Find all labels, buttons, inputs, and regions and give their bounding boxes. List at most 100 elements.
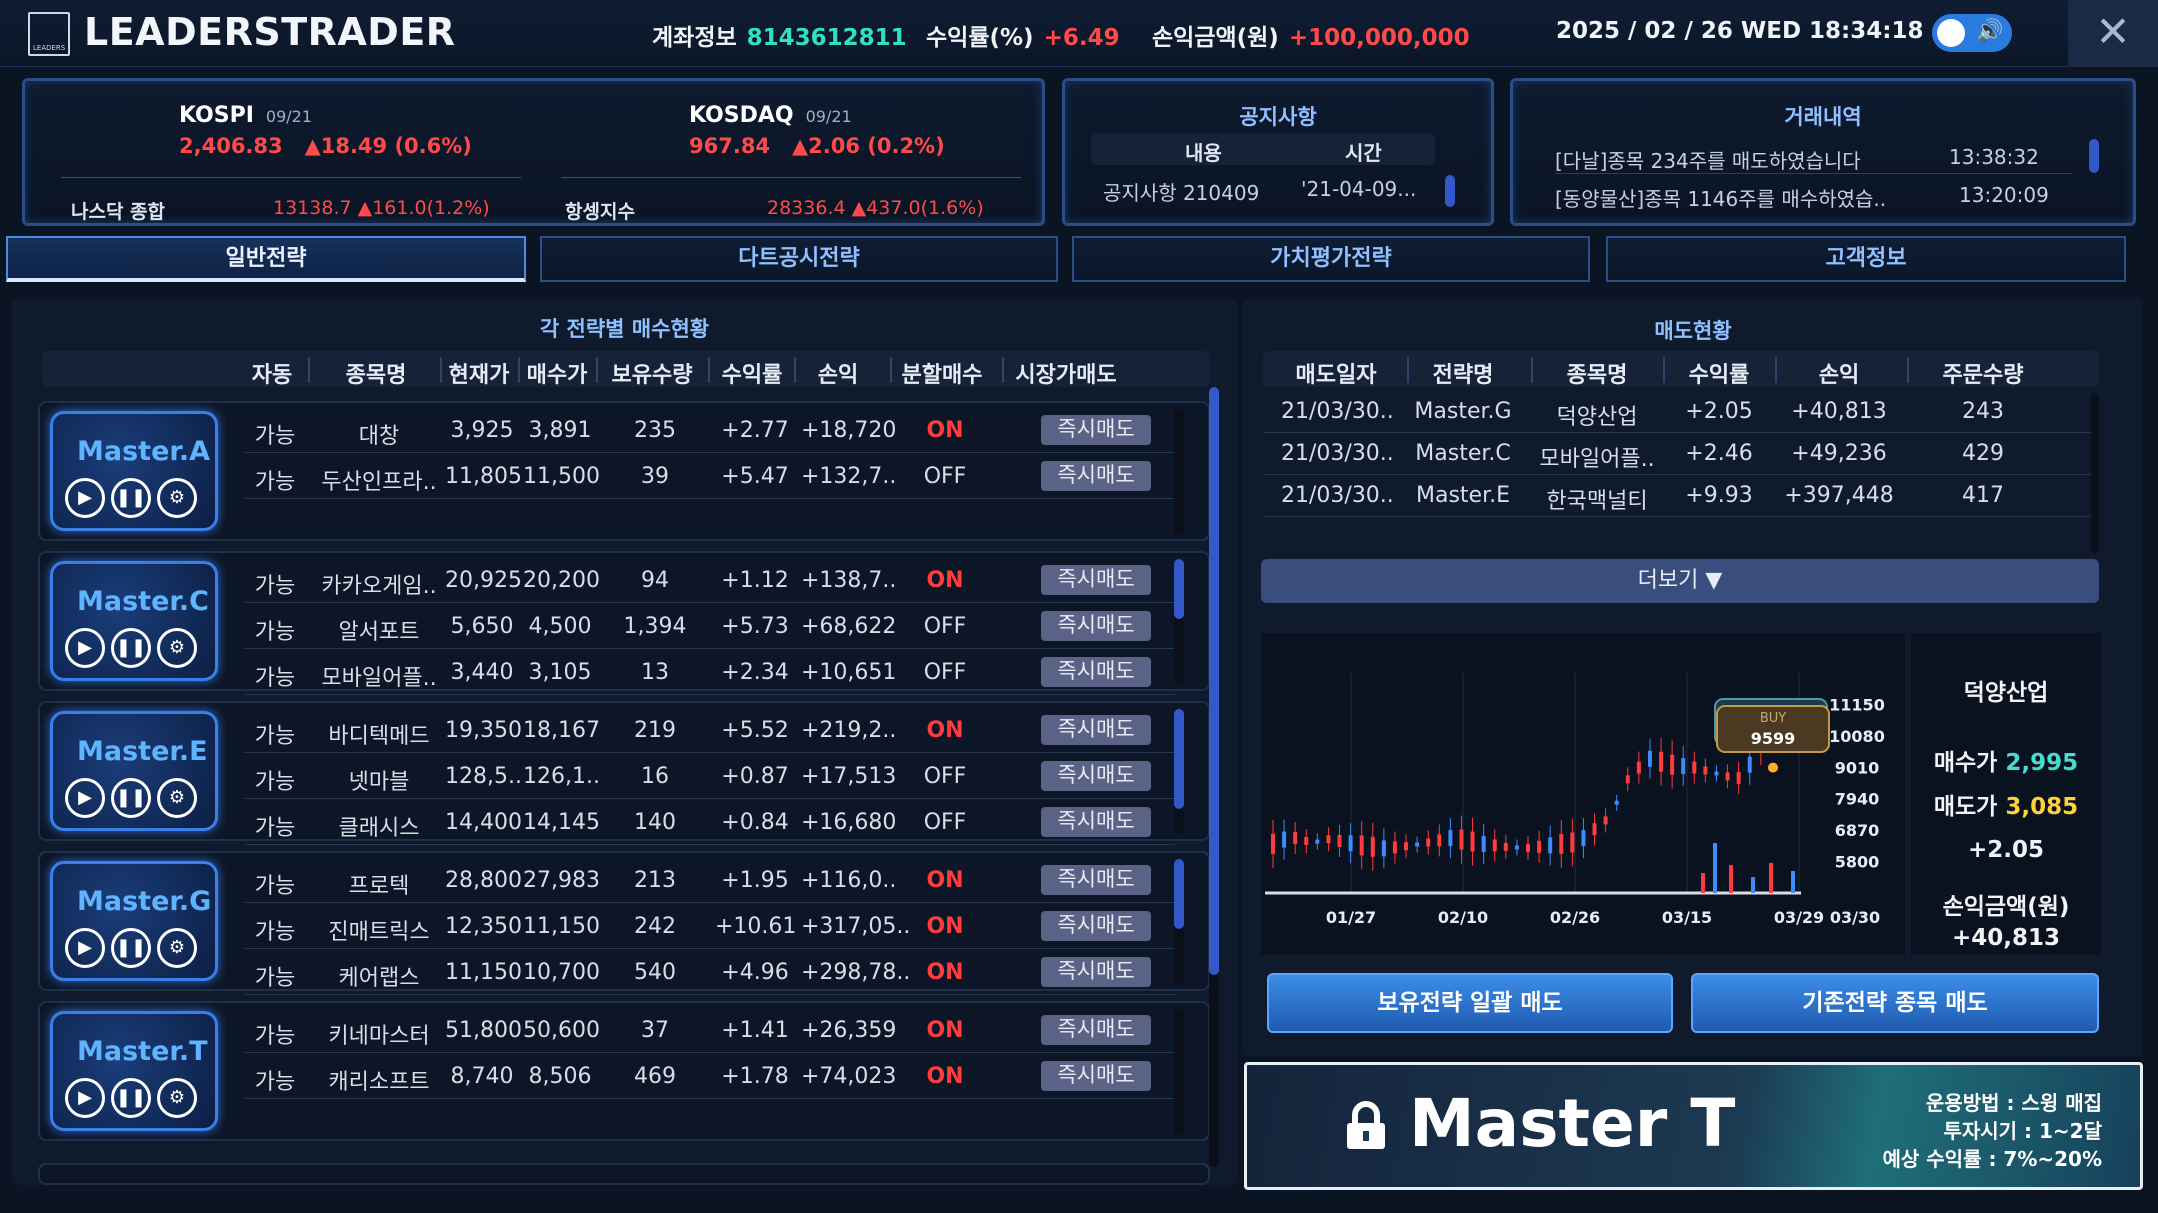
buy-marker-price: 9599	[1751, 729, 1796, 748]
buy-status-scrollbar[interactable]	[1209, 387, 1219, 1167]
notice-item[interactable]: 공지사항 210409	[1103, 177, 1259, 206]
instant-sell-button[interactable]: 즉시매도	[1041, 415, 1151, 445]
sell-status-title: 매도현황	[1654, 319, 1732, 343]
tab-general-strategy[interactable]: 일반전략	[6, 236, 526, 282]
instant-sell-button[interactable]: 즉시매도	[1041, 565, 1151, 595]
tab-valuation-strategy[interactable]: 가치평가전략	[1072, 236, 1590, 282]
candle	[1426, 838, 1431, 847]
master-card[interactable]: Master.G ▶ ❚❚ ⚙	[50, 861, 218, 981]
notice-scrollbar[interactable]	[1445, 175, 1455, 207]
play-icon[interactable]: ▶	[65, 928, 105, 968]
more-button[interactable]: 더보기 ▼	[1261, 559, 2099, 603]
table-row[interactable]: 가능 케어랩스 11,150 10,700 540 +4.96 +298,78.. ON 즉시매…	[245, 951, 1175, 995]
table-row[interactable]: 가능 모바일어플.. 3,440 3,105 13 +2.34 +10,651 OFF 즉시매도	[245, 651, 1175, 695]
pause-icon[interactable]: ❚❚	[111, 628, 151, 668]
play-icon[interactable]: ▶	[65, 1078, 105, 1118]
sell-row[interactable]: 21/03/30.. Master.E 한국맥널티 +9.93 +397,448 417	[1263, 475, 2097, 517]
instant-sell-button[interactable]: 즉시매도	[1041, 657, 1151, 687]
sell-scrollbar[interactable]	[2091, 393, 2099, 553]
candle	[1647, 750, 1652, 767]
master-card[interactable]: Master.A ▶ ❚❚ ⚙	[50, 411, 218, 531]
table-row[interactable]: 가능 넷마블 128,5.. 126,1.. 16 +0.87 +17,513 OFF 즉시매도	[245, 755, 1175, 799]
instant-sell-button[interactable]: 즉시매도	[1041, 461, 1151, 491]
stock-detail: 덕양산업 매수가 2,995 매도가 3,085 +2.05 손익금액(원) +…	[1911, 633, 2101, 955]
instant-sell-button[interactable]: 즉시매도	[1041, 911, 1151, 941]
candle	[1304, 837, 1309, 846]
history-scrollbar[interactable]	[2089, 139, 2099, 173]
table-row[interactable]: 가능 프로텍 28,800 27,983 213 +1.95 +116,0.. ON 즉시매도	[245, 859, 1175, 903]
sell-row[interactable]: 21/03/30.. Master.G 덕양산업 +2.05 +40,813 243	[1263, 391, 2097, 433]
volume-bar	[1729, 865, 1733, 893]
cell: 11,805	[445, 464, 522, 489]
cell: 한국맥널티	[1546, 489, 1648, 514]
sell-row[interactable]: 21/03/30.. Master.C 모바일어플.. +2.46 +49,236 429	[1263, 433, 2097, 475]
master-card[interactable]: Master.C ▶ ❚❚ ⚙	[50, 561, 218, 681]
group-scrollbar[interactable]	[1174, 559, 1184, 685]
gear-icon[interactable]: ⚙	[157, 778, 197, 818]
sell-all-button[interactable]: 보유전략 일괄 매도	[1267, 973, 1673, 1033]
play-icon[interactable]: ▶	[65, 628, 105, 668]
master-t-banner[interactable]: Master T 운용방법 : 스윙 매집 투자시기 : 1~2달 예상 수익률…	[1244, 1062, 2143, 1190]
speaker-icon: 🔊	[1976, 19, 2004, 44]
table-row[interactable]: 가능 클래시스 14,400 14,145 140 +0.84 +16,680 OFF 즉시매도	[245, 801, 1175, 845]
instant-sell-button[interactable]: 즉시매도	[1041, 761, 1151, 791]
play-icon[interactable]: ▶	[65, 778, 105, 818]
candle	[1747, 756, 1752, 773]
table-row[interactable]: 가능 키네마스터 51,800 50,600 37 +1.41 +26,359 ON 즉시매도	[245, 1009, 1175, 1053]
strategy-group: Master.A ▶ ❚❚ ⚙ 가능 대창 3,925 3,891 235 +2.77 +18,72…	[38, 401, 1210, 541]
instant-sell-button[interactable]: 즉시매도	[1041, 957, 1151, 987]
master-card[interactable]: Master.E ▶ ❚❚ ⚙	[50, 711, 218, 831]
group-scrollbar[interactable]	[1174, 709, 1184, 835]
table-row[interactable]: 가능 카카오게임.. 20,925 20,200 94 +1.12 +138,7.. ON 즉시…	[245, 559, 1175, 603]
ticker-nasdaq-value: 13138.7 ▲161.0(1.2%)	[273, 197, 490, 219]
cell: 프로텍	[348, 874, 410, 899]
history-item[interactable]: [동양물산]종목 1146주를 매수하였습..	[1555, 183, 1886, 212]
table-row[interactable]: 가능 캐리소프트 8,740 8,506 469 +1.78 +74,023 ON 즉시매도	[245, 1055, 1175, 1099]
group-scrollbar[interactable]	[1174, 1009, 1184, 1135]
gear-icon[interactable]: ⚙	[157, 1078, 197, 1118]
tab-dart-strategy[interactable]: 다트공시전략	[540, 236, 1058, 282]
cell: +2.34	[721, 660, 789, 685]
play-icon[interactable]: ▶	[65, 478, 105, 518]
table-row[interactable]: 가능 대창 3,925 3,891 235 +2.77 +18,720 ON 즉시매도	[245, 409, 1175, 453]
group-scrollbar[interactable]	[1174, 859, 1184, 985]
cell: 14,145	[523, 810, 600, 835]
tab-customer-info[interactable]: 고객정보	[1606, 236, 2126, 282]
close-icon[interactable]: ✕	[2068, 0, 2158, 67]
cell: 126,1..	[523, 764, 600, 789]
kosdaq-index: KOSDAQ 09/21 967.84 ▲2.06 (0.2%)	[689, 103, 945, 158]
instant-sell-button[interactable]: 즉시매도	[1041, 1015, 1151, 1045]
cell: 두산인프라..	[321, 470, 437, 495]
instant-sell-button[interactable]: 즉시매도	[1041, 611, 1151, 641]
gear-icon[interactable]: ⚙	[157, 628, 197, 668]
pause-icon[interactable]: ❚❚	[111, 778, 151, 818]
group-scrollbar[interactable]	[1174, 409, 1184, 535]
gear-icon[interactable]: ⚙	[157, 928, 197, 968]
pause-icon[interactable]: ❚❚	[111, 928, 151, 968]
candle	[1392, 841, 1397, 854]
strategy-group: Master.C ▶ ❚❚ ⚙ 가능 카카오게임.. 20,925 20,200 94 +1.12…	[38, 551, 1210, 695]
cell: 3,891	[528, 418, 592, 443]
cell: +17,513	[801, 764, 897, 789]
instant-sell-button[interactable]: 즉시매도	[1041, 865, 1151, 895]
master-name: Master.T	[77, 1036, 208, 1067]
table-row[interactable]: 가능 바디텍메드 19,350 18,167 219 +5.52 +219,2.. ON 즉시매…	[245, 709, 1175, 753]
cell: 8,740	[450, 1064, 514, 1089]
table-row[interactable]: 가능 두산인프라.. 11,805 11,500 39 +5.47 +132,7.. OFF 즉…	[245, 455, 1175, 499]
pause-icon[interactable]: ❚❚	[111, 478, 151, 518]
table-row[interactable]: 가능 진매트릭스 12,350 11,150 242 +10.61 +317,05.. ON 즉…	[245, 905, 1175, 949]
table-row[interactable]: 가능 알서포트 5,650 4,500 1,394 +5.73 +68,622 OFF 즉시매도	[245, 605, 1175, 649]
instant-sell-button[interactable]: 즉시매도	[1041, 1061, 1151, 1091]
pause-icon[interactable]: ❚❚	[111, 1078, 151, 1118]
gear-icon[interactable]: ⚙	[157, 478, 197, 518]
history-item[interactable]: [다날]종목 234주를 매도하였습니다	[1555, 145, 1861, 174]
master-card[interactable]: Master.T ▶ ❚❚ ⚙	[50, 1011, 218, 1131]
instant-sell-button[interactable]: 즉시매도	[1041, 807, 1151, 837]
sound-toggle[interactable]: 🔊	[1932, 14, 2012, 52]
cell: 진매트릭스	[328, 920, 430, 945]
sell-existing-button[interactable]: 기존전략 종목 매도	[1691, 973, 2099, 1033]
candle	[1448, 830, 1453, 847]
instant-sell-button[interactable]: 즉시매도	[1041, 715, 1151, 745]
candle	[1636, 761, 1641, 774]
cell: +0.84	[721, 810, 789, 835]
